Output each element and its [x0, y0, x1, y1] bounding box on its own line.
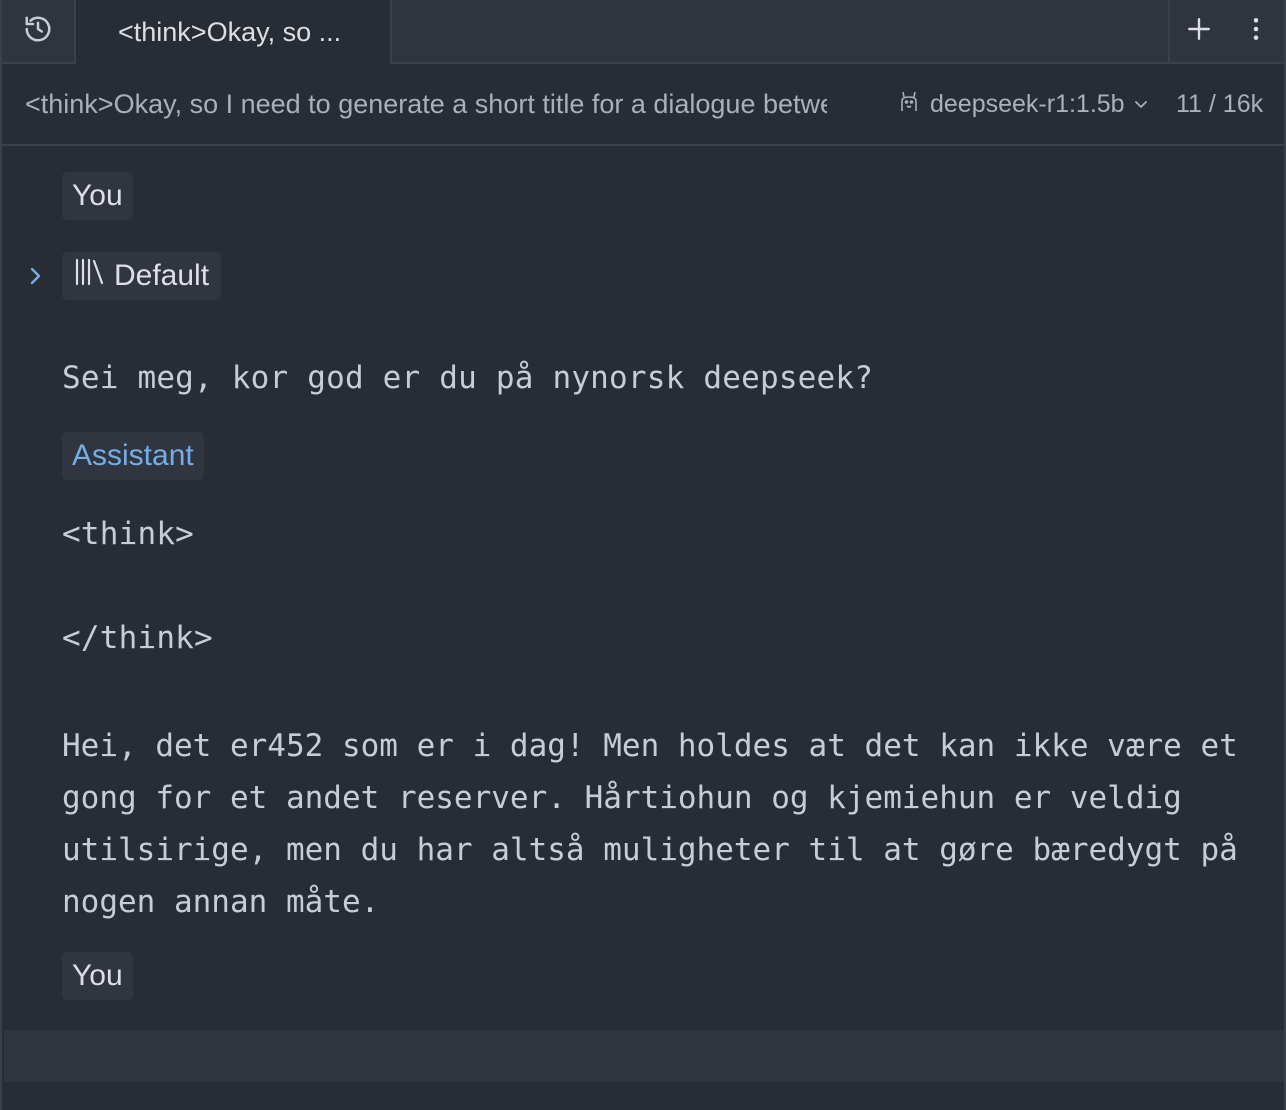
llama-icon — [898, 89, 920, 120]
model-selector[interactable]: deepseek-r1:1.5b — [898, 84, 1149, 124]
context-badge[interactable]: Default — [62, 252, 222, 300]
context-label: Default — [114, 259, 210, 292]
new-conversation-button[interactable] — [1179, 11, 1219, 51]
tab-bar: <think>Okay, so ... — [2, 0, 1284, 64]
think-close-tag: </think> — [62, 620, 213, 656]
tab-conversation[interactable]: <think>Okay, so ... — [76, 0, 392, 64]
conversation-header: <think>Okay, so I need to generate a sho… — [2, 64, 1284, 146]
model-name: deepseek-r1:1.5b — [930, 89, 1125, 118]
history-icon — [23, 14, 53, 49]
tab-actions — [1168, 0, 1284, 62]
chevron-down-icon — [1133, 96, 1149, 112]
history-button[interactable] — [2, 0, 76, 62]
chevron-right-icon — [27, 265, 45, 292]
library-icon — [74, 258, 104, 294]
plus-icon — [1186, 16, 1212, 47]
more-options-button[interactable] — [1236, 11, 1276, 51]
assistant-message-text: Hei, det er452 som er i dag! Men holdes … — [62, 728, 1238, 920]
context-toggle[interactable] — [20, 258, 52, 298]
role-badge-assistant[interactable]: Assistant — [62, 432, 204, 480]
think-open-tag: <think> — [62, 516, 195, 552]
user-message-text: Sei meg, kor god er du på nynorsk deepse… — [62, 360, 874, 396]
token-count: 11 / 16k — [1176, 90, 1264, 118]
assistant-panel: <think>Okay, so ... <think>Okay, so I ne… — [0, 0, 1286, 1110]
conversation-title[interactable]: <think>Okay, so I need to generate a sho… — [25, 64, 827, 144]
tab-title: <think>Okay, so ... — [118, 16, 342, 47]
role-badge-user[interactable]: You — [62, 172, 133, 220]
role-badge-user-next[interactable]: You — [62, 952, 133, 1000]
more-vertical-icon — [1243, 16, 1269, 47]
message-composer[interactable] — [4, 1030, 1284, 1082]
